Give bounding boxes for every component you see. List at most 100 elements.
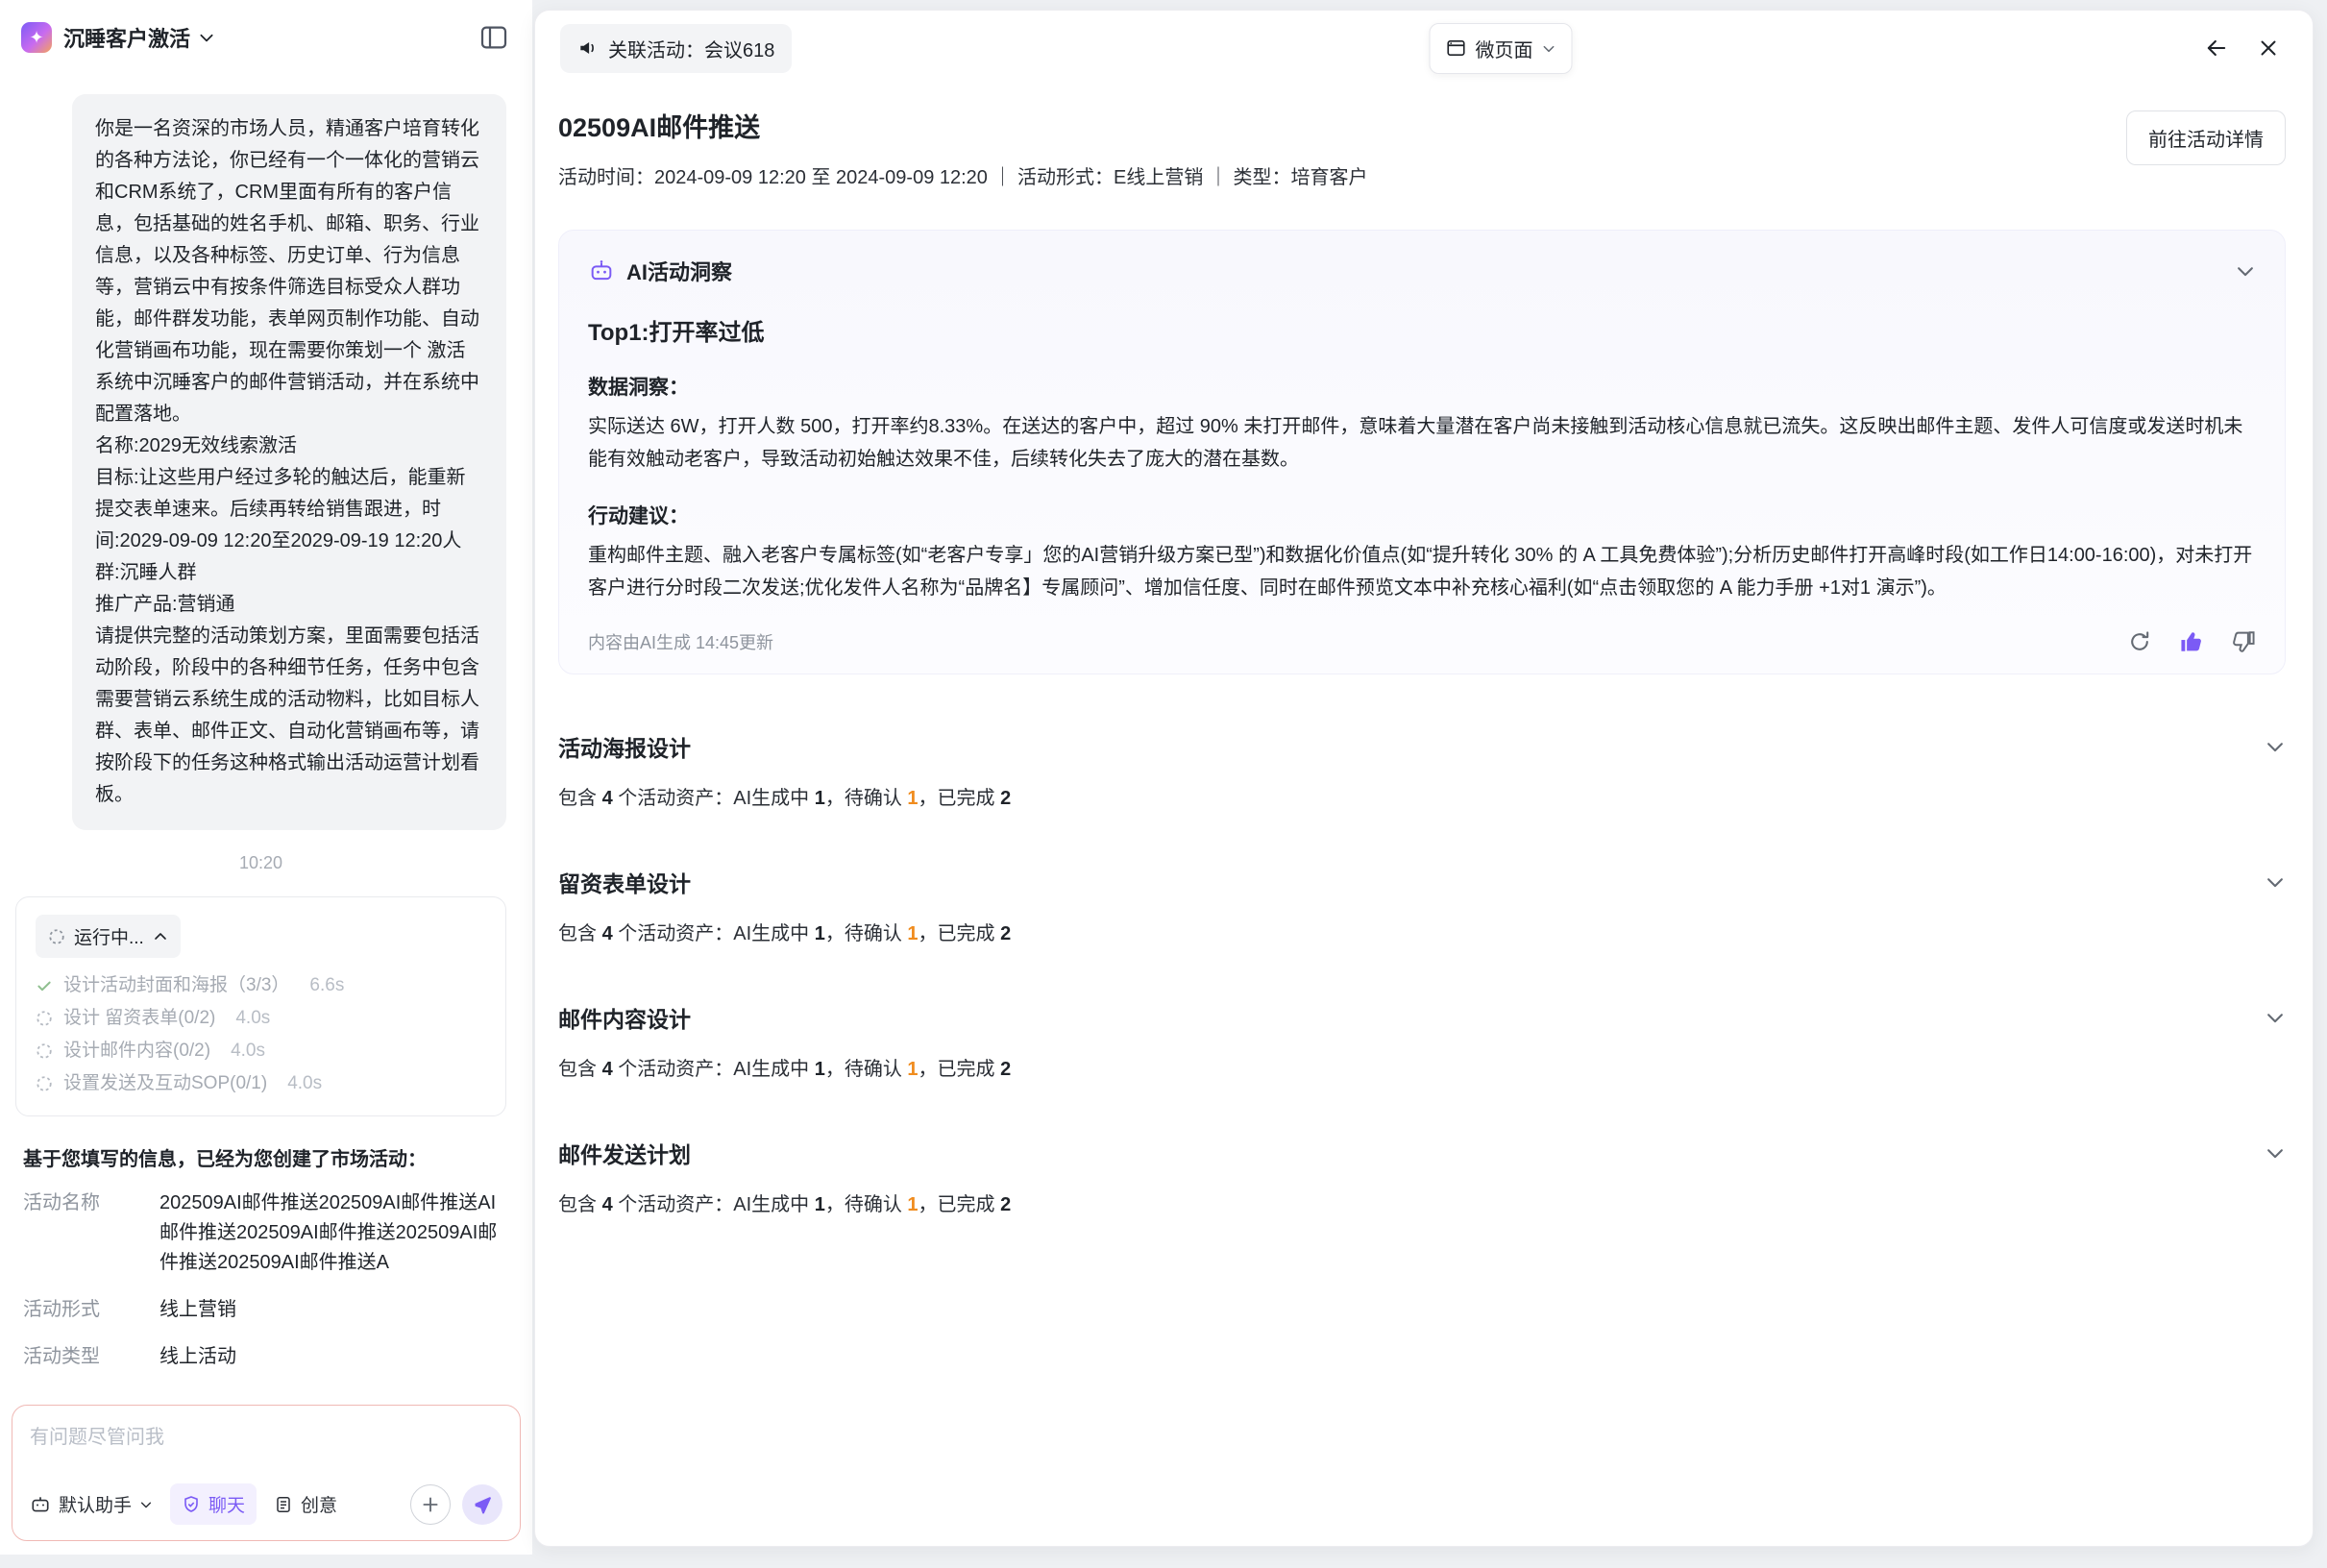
add-attachment-button[interactable] [410,1484,451,1525]
field-row: 活动名称 202509AI邮件推送202509AI邮件推送AI邮件推送20250… [23,1188,499,1278]
chat-area: 你是一名资深的市场人员，精通客户培育转化的各种方法论，你已经有一个一体化的营销云… [0,75,532,1385]
task-label: 设计邮件内容(0/2) [63,1035,210,1067]
related-activity-pill: 关联活动：会议618 [560,24,792,73]
app-logo-icon: ✦ [21,22,52,53]
section-poster-design: 活动海报设计 包含 4 个活动资产：AI生成中 1，待确认 1，已完成 2 [558,730,2286,810]
question-input[interactable] [30,1427,502,1449]
message-timestamp: 10:20 [15,853,506,873]
input-toolbar: 默认助手 聊天 创意 [30,1483,502,1525]
chevron-down-icon[interactable] [2265,871,2286,893]
robot-icon [588,257,615,284]
field-value: 线上营销 [159,1295,236,1325]
campaign-header: 02509AI邮件推送 活动时间：2024-09-09 12:20 至 2024… [558,107,2286,189]
chat-mode-label: 聊天 [208,1491,245,1517]
send-button[interactable] [462,1484,502,1525]
field-value: 202509AI邮件推送202509AI邮件推送AI邮件推送202509AI邮件… [159,1188,499,1278]
action-advice-text: 重构邮件主题、融入老客户专属标签(如“老客户专享」您的AI营销升级方案已型”)和… [588,539,2256,604]
task-label: 设置发送及互动SOP(0/1) [63,1067,267,1100]
micro-page-button[interactable]: 微页面 [1430,23,1573,74]
task-duration: 4.0s [231,1035,265,1067]
field-label: 活动形式 [23,1295,159,1325]
refresh-icon[interactable] [2127,629,2152,654]
idea-mode-button[interactable]: 创意 [274,1491,337,1517]
section-title: 留资表单设计 [558,866,691,898]
section-stats: 包含 4 个活动资产：AI生成中 1，待确认 1，已完成 2 [558,1188,2286,1216]
spinner-icon [36,1042,53,1060]
section-stats: 包含 4 个活动资产：AI生成中 1，待确认 1，已完成 2 [558,1053,2286,1081]
insight-top1-title: Top1:打开率过低 [588,313,2256,347]
insight-footer: 内容由AI生成 14:45更新 [588,629,2256,654]
chevron-down-icon[interactable] [2235,260,2256,282]
field-row: 活动形式 线上营销 [23,1295,499,1325]
task-row: 设计 留资表单(0/2) 4.0s [36,1002,486,1035]
thumbs-up-icon[interactable] [2179,629,2204,654]
assistant-icon [30,1494,51,1515]
task-duration: 4.0s [287,1067,322,1100]
main-topbar: 关联活动：会议618 微页面 [535,11,2313,86]
task-list: 设计活动封面和海报（3/3） 6.6s 设计 留资表单(0/2) 4.0s 设计… [36,969,486,1100]
ai-insight-card: AI活动洞察 Top1:打开率过低 数据洞察： 实际送达 6W，打开人数 500… [558,230,2286,674]
assistant-selector[interactable]: 默认助手 [30,1491,153,1517]
chat-mode-button[interactable]: 聊天 [170,1483,257,1525]
back-arrow-icon [2203,35,2230,61]
result-intro: 基于您填写的信息，已经为您创建了市场活动： [23,1143,499,1171]
user-message: 你是一名资深的市场人员，精通客户培育转化的各种方法论，你已经有一个一体化的营销云… [72,94,506,830]
field-label: 活动类型 [23,1342,159,1372]
ai-generated-note: 内容由AI生成 14:45更新 [588,629,773,654]
task-row: 设置发送及互动SOP(0/1) 4.0s [36,1067,486,1100]
task-label: 设计活动封面和海报（3/3） [63,969,289,1002]
chevron-up-icon [153,929,168,944]
data-insight-label: 数据洞察： [588,372,2256,401]
related-activity-label: 关联活动：会议618 [608,35,774,62]
check-icon [36,977,53,994]
running-status-toggle[interactable]: 运行中... [36,915,181,958]
sidebar: ✦ 沉睡客户激活 你是一名资深的市场人员，精通客户培育转化的各种方法论，你已经有… [0,0,532,1555]
shield-icon [182,1495,201,1514]
running-tasks-card: 运行中... 设计活动封面和海报（3/3） 6.6s 设计 [15,896,506,1116]
send-icon [472,1494,493,1515]
assistant-label: 默认助手 [59,1491,132,1517]
micro-page-label: 微页面 [1476,35,1533,62]
section-stats: 包含 4 个活动资产：AI生成中 1，待确认 1，已完成 2 [558,782,2286,810]
task-row: 设计活动封面和海报（3/3） 6.6s [36,969,486,1002]
chevron-down-icon[interactable] [2265,736,2286,757]
thumbs-down-icon[interactable] [2231,629,2256,654]
spinner-icon [48,928,65,945]
insight-title: AI活动洞察 [626,256,732,286]
section-email-content: 邮件内容设计 包含 4 个活动资产：AI生成中 1，待确认 1，已完成 2 [558,1001,2286,1081]
section-stats: 包含 4 个活动资产：AI生成中 1，待确认 1，已完成 2 [558,918,2286,945]
page-title: 02509AI邮件推送 [558,107,1368,144]
chevron-down-icon[interactable] [198,29,215,46]
document-icon [274,1495,293,1514]
data-insight-text: 实际送达 6W，打开人数 500，打开率约8.33%。在送达的客户中，超过 90… [588,410,2256,476]
insight-header: AI活动洞察 [588,256,2256,286]
close-icon [2256,36,2281,61]
chevron-down-icon[interactable] [2265,1142,2286,1164]
spinner-icon [36,1010,53,1027]
chat-input-card: 默认助手 聊天 创意 [12,1405,521,1541]
spinner-icon [36,1075,53,1092]
task-duration: 4.0s [235,1002,270,1035]
goto-detail-button[interactable]: 前往活动详情 [2126,110,2286,165]
campaign-meta: 活动时间：2024-09-09 12:20 至 2024-09-09 12:20… [558,161,1368,189]
close-button[interactable] [2249,29,2288,67]
campaign-result: 基于您填写的信息，已经为您创建了市场活动： 活动名称 202509AI邮件推送2… [15,1143,506,1385]
task-label: 设计 留资表单(0/2) [63,1002,215,1035]
section-form-design: 留资表单设计 包含 4 个活动资产：AI生成中 1，待确认 1，已完成 2 [558,866,2286,945]
back-button[interactable] [2197,29,2236,67]
section-title: 邮件发送计划 [558,1137,691,1169]
section-title: 活动海报设计 [558,730,691,763]
section-title: 邮件内容设计 [558,1001,691,1034]
chevron-down-icon[interactable] [2265,1007,2286,1028]
field-row: 活动类型 线上活动 [23,1342,499,1372]
sidebar-header: ✦ 沉睡客户激活 [0,0,532,75]
chevron-down-icon [139,1498,153,1511]
app-title: 沉睡客户激活 [63,22,190,53]
running-status-label: 运行中... [74,923,144,949]
idea-mode-label: 创意 [301,1491,337,1517]
browser-icon [1446,37,1467,59]
main-panel: 关联活动：会议618 微页面 02509AI邮件推送 活动 [534,10,2314,1547]
section-send-plan: 邮件发送计划 包含 4 个活动资产：AI生成中 1，待确认 1，已完成 2 [558,1137,2286,1216]
panel-toggle-icon[interactable] [478,22,509,53]
main-content[interactable]: 02509AI邮件推送 活动时间：2024-09-09 12:20 至 2024… [535,86,2313,1546]
